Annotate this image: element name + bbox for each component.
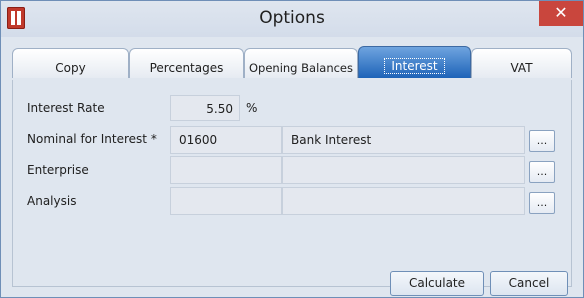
nominal-code-input[interactable]: 01600 <box>170 126 282 154</box>
options-window: Options ✕ Copy Percentages Opening Balan… <box>0 0 584 298</box>
analysis-name-field <box>282 187 525 215</box>
interest-rate-input[interactable]: 5.50 <box>170 95 240 121</box>
enterprise-lookup-button[interactable]: ... <box>529 161 555 183</box>
enterprise-label: Enterprise <box>27 163 89 177</box>
analysis-code-input[interactable] <box>170 187 282 215</box>
title-bar: Options ✕ <box>1 1 583 37</box>
interest-rate-unit: % <box>246 101 258 115</box>
tab-percentages[interactable]: Percentages <box>129 48 244 78</box>
window-title: Options <box>259 8 325 28</box>
nominal-name-field: Bank Interest <box>282 126 525 154</box>
tab-copy[interactable]: Copy <box>12 48 129 78</box>
tab-vat[interactable]: VAT <box>471 48 572 78</box>
analysis-label: Analysis <box>27 194 77 208</box>
cancel-button[interactable]: Cancel <box>490 271 568 296</box>
tab-strip: Copy Percentages Opening Balances Intere… <box>12 46 572 80</box>
calculate-button[interactable]: Calculate <box>390 271 484 296</box>
interest-rate-label: Interest Rate <box>27 101 105 115</box>
tab-opening-balances[interactable]: Opening Balances <box>244 48 358 78</box>
analysis-lookup-button[interactable]: ... <box>529 192 555 214</box>
enterprise-code-input[interactable] <box>170 156 282 184</box>
nominal-lookup-button[interactable]: ... <box>529 130 555 152</box>
enterprise-name-field <box>282 156 525 184</box>
interest-panel: Interest Rate 5.50 % Nominal for Interes… <box>12 80 572 296</box>
nominal-label: Nominal for Interest * <box>27 132 157 146</box>
close-button[interactable]: ✕ <box>539 1 583 26</box>
tab-interest-label: Interest <box>384 58 445 74</box>
tab-interest[interactable]: Interest <box>358 46 471 78</box>
